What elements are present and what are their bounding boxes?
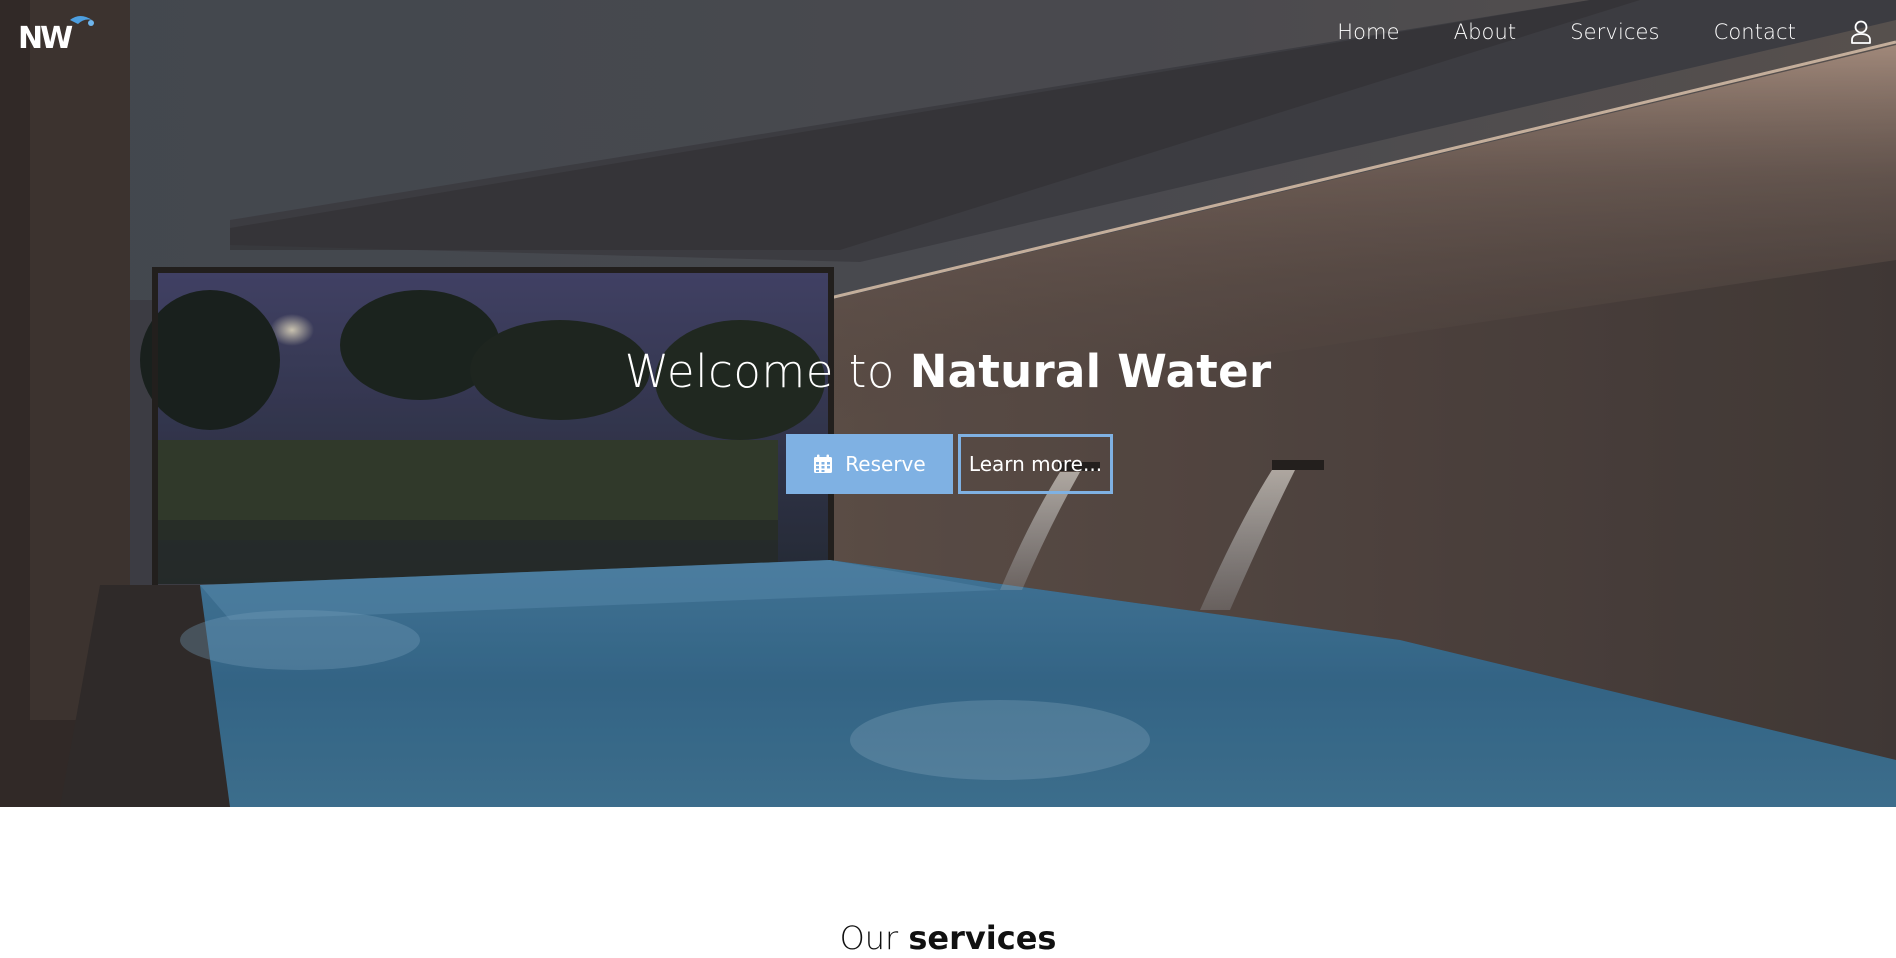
calendar-icon	[814, 454, 833, 473]
user-icon[interactable]	[1850, 19, 1872, 45]
services-heading-light: Our	[839, 919, 909, 957]
reserve-button[interactable]: Reserve	[786, 434, 953, 494]
learn-more-label: Learn more...	[968, 452, 1103, 476]
hero-actions: Reserve Learn more...	[786, 434, 1113, 494]
nav-home-link[interactable]: Home	[1337, 18, 1399, 46]
logo[interactable]: NW	[18, 14, 98, 54]
hero-section: NW Home About Services Contact Welcome t…	[0, 0, 1896, 807]
hero-title: Welcome to Natural Water	[0, 344, 1896, 400]
hero-background-image	[0, 0, 1896, 807]
hero-title-bold: Natural Water	[909, 345, 1272, 398]
main-nav: Home About Services Contact	[1283, 18, 1872, 46]
svg-text:NW: NW	[18, 21, 73, 54]
services-heading: Our services	[0, 918, 1896, 958]
nav-about-link[interactable]: About	[1454, 18, 1517, 46]
reserve-button-label: Reserve	[845, 452, 926, 476]
nav-contact-link[interactable]: Contact	[1714, 18, 1796, 46]
nav-services-link[interactable]: Services	[1570, 18, 1659, 46]
learn-more-button[interactable]: Learn more...	[958, 434, 1113, 494]
services-heading-bold: services	[908, 919, 1057, 957]
hero-title-light: Welcome to	[624, 345, 910, 398]
